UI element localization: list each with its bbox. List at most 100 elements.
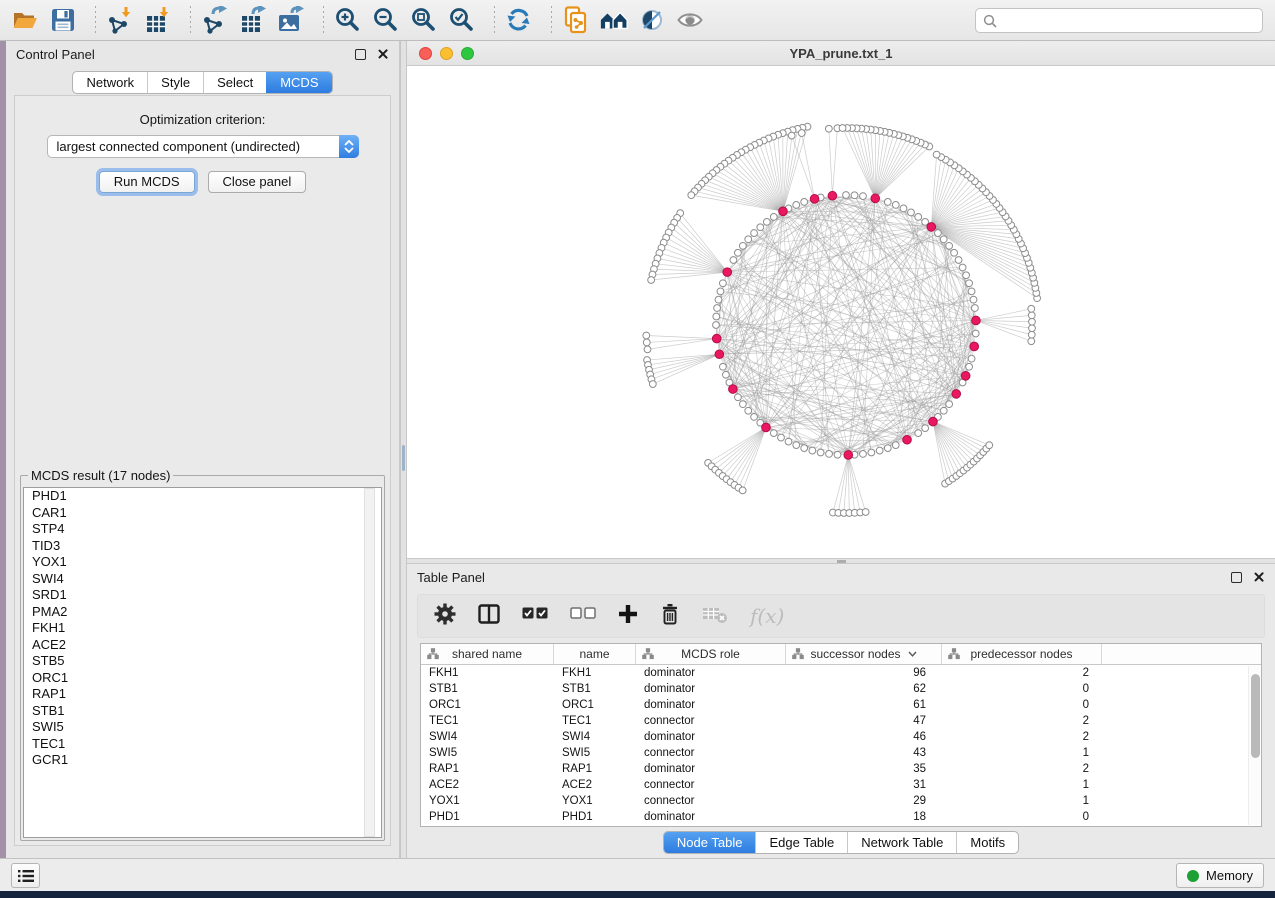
save-session-button[interactable] bbox=[48, 5, 78, 35]
network-node[interactable] bbox=[922, 425, 929, 432]
export-image-button[interactable] bbox=[276, 5, 306, 35]
export-table-button[interactable] bbox=[238, 5, 268, 35]
network-node[interactable] bbox=[839, 125, 846, 132]
export-network-button[interactable] bbox=[200, 5, 230, 35]
table-row[interactable]: YOX1YOX1connector291 bbox=[421, 793, 1261, 809]
close-panel-icon[interactable] bbox=[1253, 571, 1265, 583]
network-node[interactable] bbox=[735, 394, 742, 401]
network-node[interactable] bbox=[868, 449, 875, 456]
column-header-successor-nodes[interactable]: successor nodes bbox=[786, 644, 942, 664]
network-node-mcds[interactable] bbox=[723, 268, 732, 277]
network-node[interactable] bbox=[739, 242, 746, 249]
network-node[interactable] bbox=[722, 371, 729, 378]
network-node[interactable] bbox=[946, 401, 953, 408]
network-node[interactable] bbox=[801, 198, 808, 205]
network-node[interactable] bbox=[884, 445, 891, 452]
network-node[interactable] bbox=[826, 450, 833, 457]
network-node[interactable] bbox=[643, 332, 650, 339]
network-node[interactable] bbox=[719, 363, 726, 370]
mcds-result-item[interactable]: STP4 bbox=[24, 521, 381, 538]
column-header-name[interactable]: name bbox=[554, 644, 636, 664]
network-titlebar[interactable]: YPA_prune.txt_1 bbox=[407, 41, 1275, 66]
network-node-mcds[interactable] bbox=[762, 423, 771, 432]
network-node[interactable] bbox=[763, 218, 770, 225]
network-node-mcds[interactable] bbox=[729, 385, 738, 394]
network-node[interactable] bbox=[933, 151, 940, 158]
network-node-mcds[interactable] bbox=[828, 191, 837, 200]
network-node[interactable] bbox=[825, 125, 832, 132]
table-row[interactable]: ORC1ORC1dominator610 bbox=[421, 697, 1261, 713]
network-node-mcds[interactable] bbox=[929, 417, 938, 426]
mcds-result-item[interactable]: SWI5 bbox=[24, 719, 381, 736]
network-node[interactable] bbox=[770, 430, 777, 437]
column-header-mcds-role[interactable]: MCDS role bbox=[636, 644, 786, 664]
network-node[interactable] bbox=[915, 214, 922, 221]
search-input[interactable] bbox=[1002, 13, 1255, 28]
network-node[interactable] bbox=[968, 355, 975, 362]
network-node[interactable] bbox=[751, 230, 758, 237]
network-node[interactable] bbox=[971, 305, 978, 312]
mcds-result-item[interactable]: CAR1 bbox=[24, 505, 381, 522]
network-node[interactable] bbox=[735, 249, 742, 256]
first-neighbors-button[interactable] bbox=[599, 5, 629, 35]
float-panel-icon[interactable] bbox=[355, 49, 366, 60]
mcds-result-item[interactable]: YOX1 bbox=[24, 554, 381, 571]
zoom-in-button[interactable] bbox=[333, 5, 363, 35]
network-node[interactable] bbox=[963, 272, 970, 279]
network-node[interactable] bbox=[940, 407, 947, 414]
network-node[interactable] bbox=[817, 449, 824, 456]
network-node[interactable] bbox=[1028, 331, 1035, 338]
mcds-result-item[interactable]: SRD1 bbox=[24, 587, 381, 604]
tab-network[interactable]: Network bbox=[73, 72, 147, 93]
new-network-from-selection-button[interactable] bbox=[561, 5, 591, 35]
network-node[interactable] bbox=[955, 257, 962, 264]
network-node[interactable] bbox=[843, 192, 850, 199]
column-header-predecessor-nodes[interactable]: predecessor nodes bbox=[942, 644, 1102, 664]
network-node[interactable] bbox=[798, 130, 805, 137]
tab-network-table[interactable]: Network Table bbox=[847, 832, 956, 853]
network-node[interactable] bbox=[860, 193, 867, 200]
open-session-button[interactable] bbox=[10, 5, 40, 35]
mcds-result-item[interactable]: ORC1 bbox=[24, 670, 381, 687]
table-row[interactable]: FKH1FKH1dominator962 bbox=[421, 665, 1261, 681]
graphics-details-button[interactable] bbox=[637, 5, 667, 35]
tab-motifs[interactable]: Motifs bbox=[956, 832, 1018, 853]
network-node[interactable] bbox=[940, 236, 947, 243]
mcds-result-item[interactable]: STB1 bbox=[24, 703, 381, 720]
network-node[interactable] bbox=[966, 280, 973, 287]
network-node-mcds[interactable] bbox=[844, 451, 853, 460]
network-node[interactable] bbox=[876, 447, 883, 454]
run-mcds-button[interactable]: Run MCDS bbox=[99, 171, 195, 193]
network-node[interactable] bbox=[1029, 325, 1036, 332]
network-node[interactable] bbox=[785, 438, 792, 445]
network-node[interactable] bbox=[946, 242, 953, 249]
network-node[interactable] bbox=[860, 450, 867, 457]
network-node[interactable] bbox=[793, 201, 800, 208]
optimization-criterion-select[interactable]: largest connected component (undirected) bbox=[47, 135, 359, 158]
tab-style[interactable]: Style bbox=[147, 72, 203, 93]
network-node[interactable] bbox=[713, 322, 720, 329]
network-node[interactable] bbox=[778, 434, 785, 441]
network-node[interactable] bbox=[643, 339, 650, 346]
network-node[interactable] bbox=[935, 230, 942, 237]
mcds-result-item[interactable]: PHD1 bbox=[24, 488, 381, 505]
mcds-result-item[interactable]: SWI4 bbox=[24, 571, 381, 588]
network-node[interactable] bbox=[1029, 318, 1036, 325]
mcds-result-item[interactable]: TID3 bbox=[24, 538, 381, 555]
show-columns-button[interactable] bbox=[478, 604, 500, 629]
network-node[interactable] bbox=[649, 381, 656, 388]
network-node[interactable] bbox=[719, 280, 726, 287]
network-node[interactable] bbox=[688, 192, 695, 199]
mcds-result-item[interactable]: ACE2 bbox=[24, 637, 381, 654]
network-node[interactable] bbox=[1028, 312, 1035, 319]
network-node[interactable] bbox=[715, 296, 722, 303]
network-node[interactable] bbox=[757, 224, 764, 231]
splitter-grip[interactable] bbox=[402, 445, 405, 471]
network-node[interactable] bbox=[1028, 338, 1035, 345]
close-panel-button[interactable]: Close panel bbox=[208, 171, 307, 193]
zoom-out-button[interactable] bbox=[371, 5, 401, 35]
network-node[interactable] bbox=[900, 205, 907, 212]
network-node[interactable] bbox=[915, 430, 922, 437]
network-node[interactable] bbox=[908, 209, 915, 216]
network-node-mcds[interactable] bbox=[779, 207, 788, 216]
